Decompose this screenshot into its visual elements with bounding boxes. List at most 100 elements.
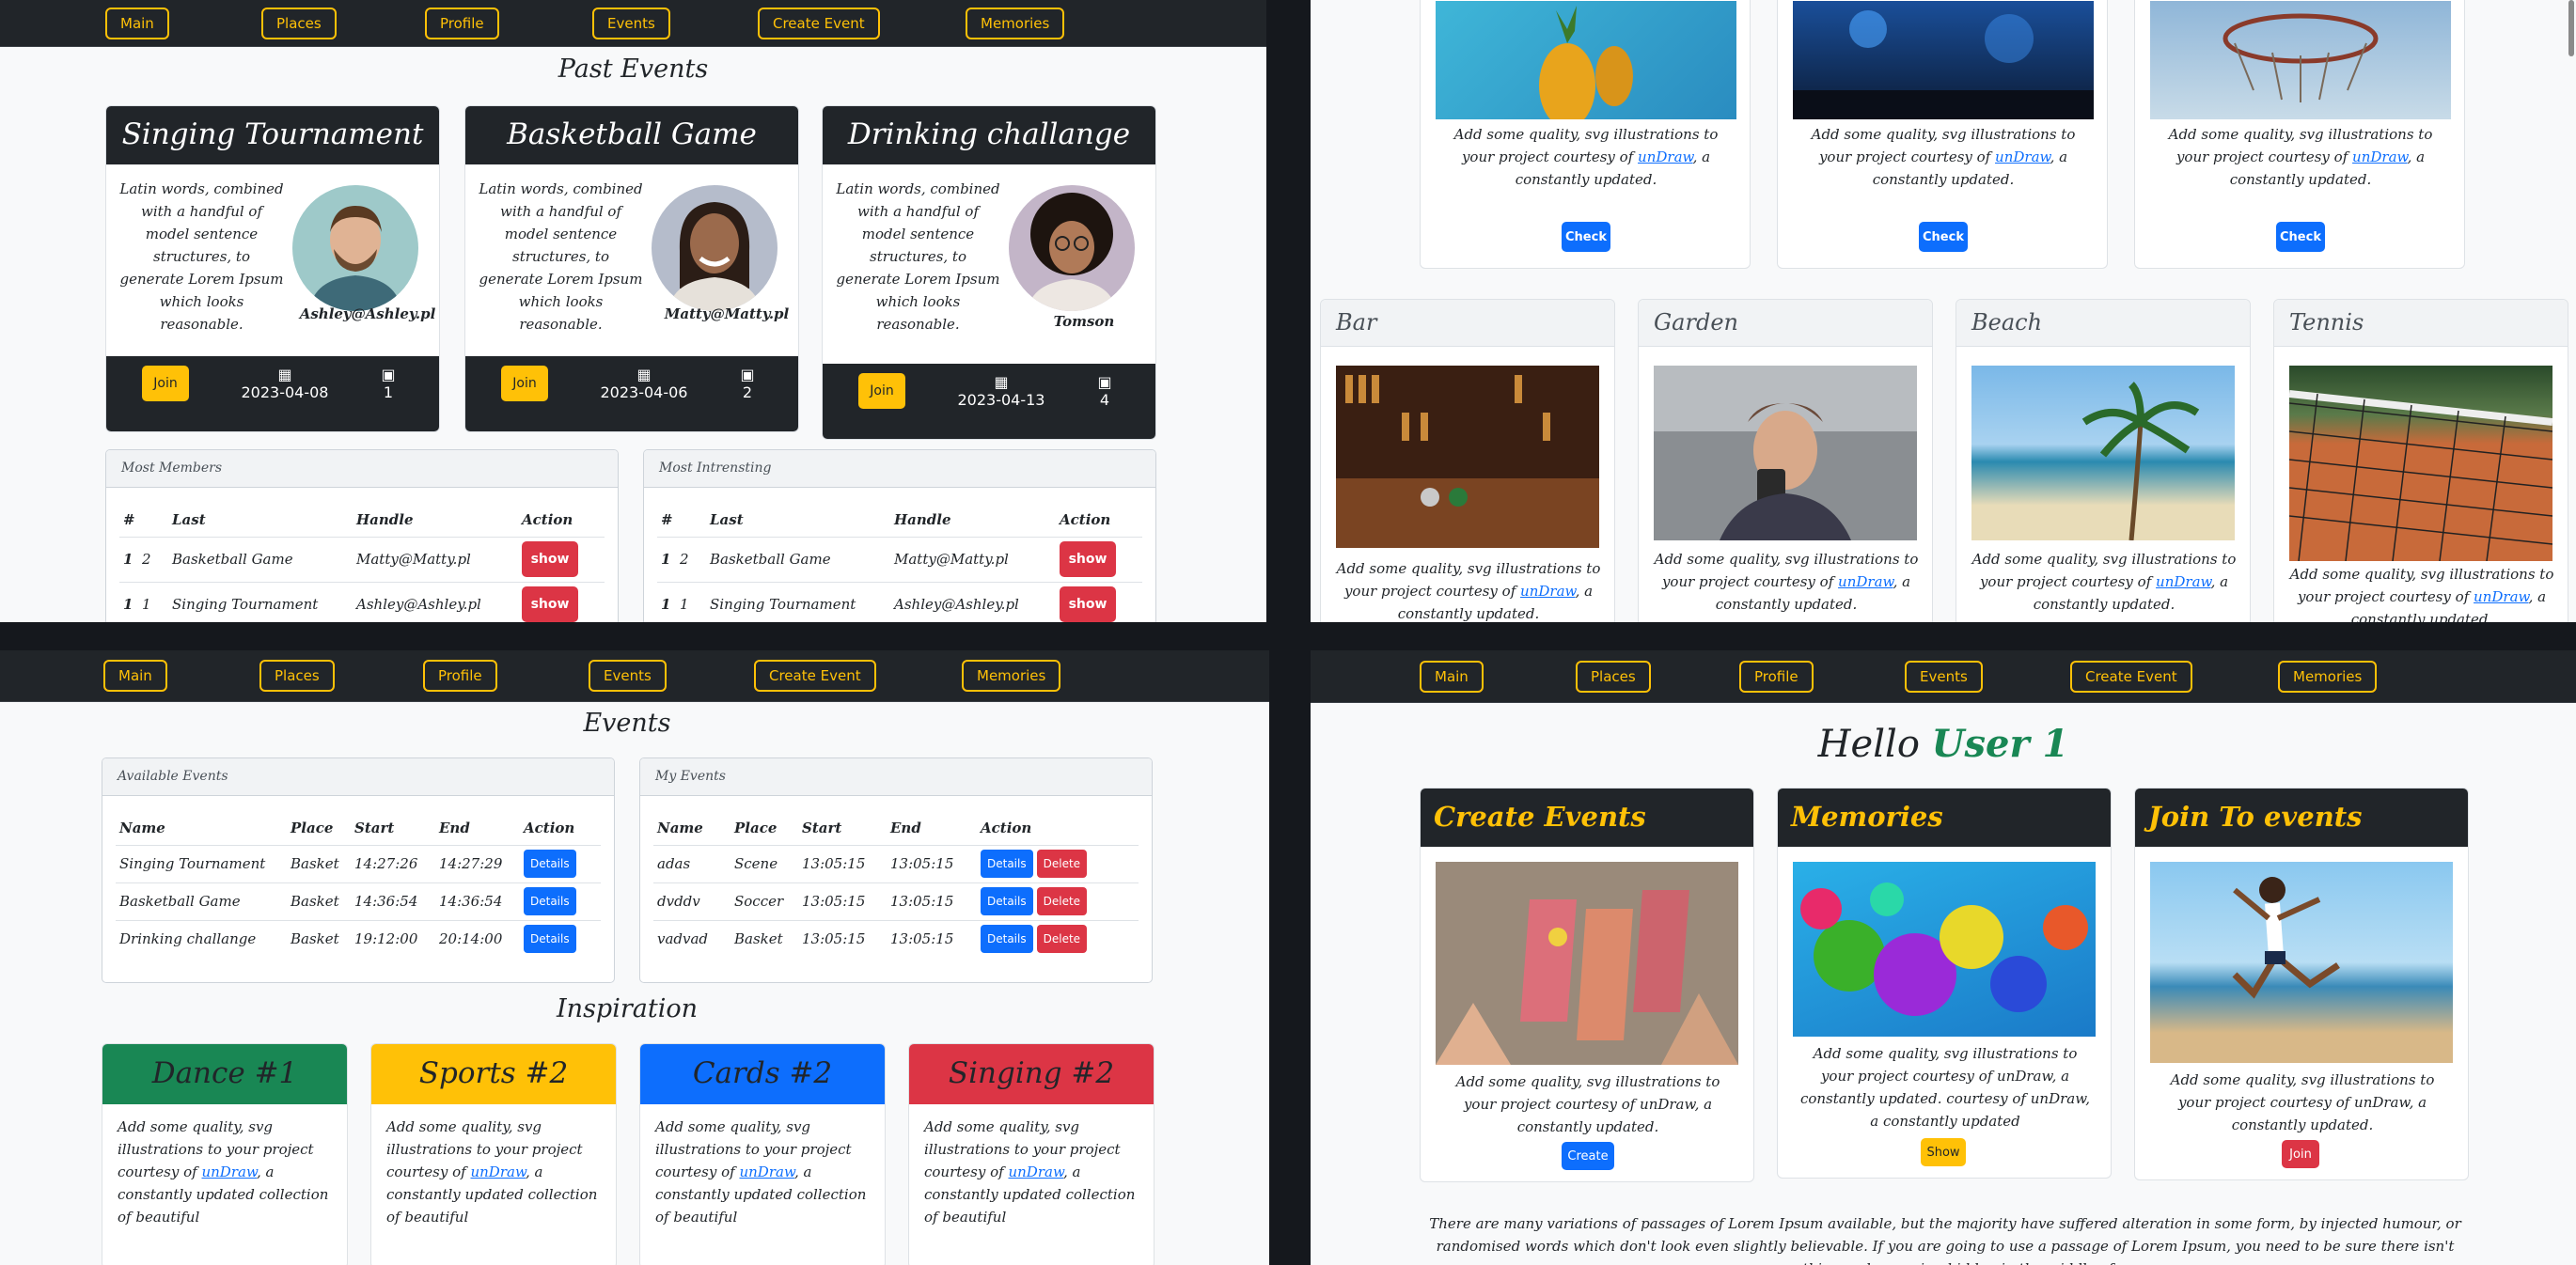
- event-footer: Join ▦ 2023-04-08 ▣ 1: [106, 356, 439, 431]
- panel-title: Available Events: [102, 758, 614, 796]
- show-button[interactable]: show: [1060, 541, 1116, 577]
- member-count: ▣ 4: [1076, 373, 1133, 409]
- table-row: 1 2 Basketball Game Matty@Matty.pl show: [119, 536, 605, 582]
- nav-main[interactable]: Main: [103, 660, 167, 692]
- details-button[interactable]: Details: [524, 887, 576, 915]
- places-screen: Add some quality, svg illustrations to y…: [1311, 0, 2576, 622]
- available-events-panel: Available Events Name Place Start End Ac…: [102, 757, 615, 983]
- join-button[interactable]: Join: [142, 366, 189, 401]
- join-button[interactable]: Join: [501, 366, 548, 401]
- details-button[interactable]: Details: [524, 925, 576, 954]
- details-button[interactable]: Details: [981, 850, 1033, 878]
- place-title: Bar: [1321, 300, 1614, 347]
- nav-main[interactable]: Main: [105, 8, 169, 39]
- table-row: 1 2 Basketball Game Matty@Matty.pl show: [657, 536, 1142, 582]
- delete-button[interactable]: Delete: [1036, 925, 1088, 954]
- inspiration-card: Singing #2 Add some quality, svg illustr…: [908, 1043, 1154, 1265]
- inspiration-title: Cards #2: [640, 1044, 885, 1104]
- event-footer: Join ▦ 2023-04-13 ▣ 4: [823, 364, 1155, 439]
- delete-button[interactable]: Delete: [1036, 850, 1088, 878]
- col-header: Place: [734, 819, 778, 836]
- event-description: Latin words, combined with a handful of …: [119, 180, 284, 333]
- avatar: [1009, 185, 1135, 311]
- table-row: Drinking challange Basket 19:12:00 20:14:00…: [116, 919, 601, 958]
- balloons-image: [1793, 862, 2096, 1037]
- navbar: Main Places Profile Events Create Event …: [0, 0, 1266, 47]
- check-button[interactable]: Check: [2276, 222, 2325, 252]
- nav-main[interactable]: Main: [1420, 661, 1484, 693]
- nav-memories[interactable]: Memories: [962, 660, 1061, 692]
- join-button[interactable]: Join: [2282, 1140, 2319, 1168]
- show-button[interactable]: Show: [1921, 1138, 1966, 1166]
- past-events-screen: Main Places Profile Events Create Event …: [0, 0, 1266, 622]
- place-text: Add some quality, svg illustrations to y…: [2168, 126, 2433, 188]
- show-button[interactable]: show: [1060, 586, 1116, 622]
- col-header: Action: [522, 510, 573, 528]
- col-header: Name: [657, 819, 703, 836]
- nav-profile[interactable]: Profile: [425, 8, 499, 39]
- card-text: Add some quality, svg illustrations to y…: [1455, 1073, 1720, 1135]
- place-title: Garden: [1639, 300, 1932, 347]
- join-events-card: Join To events Add some quality, svg ill…: [2134, 788, 2469, 1180]
- details-button[interactable]: Details: [524, 850, 576, 878]
- inspiration-card: Cards #2 Add some quality, svg illustrat…: [639, 1043, 886, 1265]
- nav-events[interactable]: Events: [1905, 661, 1983, 693]
- table-row: vadvad Basket 13:05:15 13:05:15 Details Dele…: [653, 919, 1139, 958]
- nav-events[interactable]: Events: [592, 8, 670, 39]
- check-button[interactable]: Check: [1919, 222, 1968, 252]
- place-text: Add some quality, svg illustrations to y…: [1971, 551, 2237, 613]
- place-text: Add some quality, svg illustrations to y…: [1336, 560, 1601, 622]
- nav-create-event[interactable]: Create Event: [2070, 661, 2192, 693]
- event-footer: Join ▦ 2023-04-06 ▣ 2: [465, 356, 798, 431]
- col-header: Start: [354, 819, 395, 836]
- col-header: Action: [1060, 510, 1111, 528]
- nav-profile[interactable]: Profile: [1739, 661, 1814, 693]
- show-button[interactable]: show: [522, 541, 578, 577]
- place-card-tennis: Tennis Add some quality, svg illustratio…: [2273, 299, 2568, 622]
- nav-memories[interactable]: Memories: [2278, 661, 2378, 693]
- inspiration-card: Dance #1 Add some quality, svg illustrat…: [102, 1043, 348, 1265]
- calendar-icon: ▦: [277, 366, 292, 383]
- event-handle: Tomson: [1053, 313, 1115, 330]
- navbar: Main Places Profile Events Create Event …: [1311, 650, 2576, 703]
- garden-image: [1654, 366, 1917, 540]
- event-handle: Ashley@Ashley.pl: [299, 305, 436, 322]
- most-interesting-table: # Last Handle Action 1 2 Basketball Game…: [657, 503, 1142, 622]
- event-date: ▦ 2023-04-13: [945, 373, 1058, 409]
- place-image: [2150, 1, 2451, 119]
- scrollbar[interactable]: [2568, 0, 2574, 56]
- place-image: [1793, 1, 2094, 119]
- place-title: Beach: [1956, 300, 2250, 347]
- nav-places[interactable]: Places: [261, 8, 337, 39]
- show-button[interactable]: show: [522, 586, 578, 622]
- page-title: Past Events: [558, 55, 709, 84]
- calendar-icon: ▦: [636, 366, 652, 383]
- nav-create-event[interactable]: Create Event: [758, 8, 880, 39]
- nav-places[interactable]: Places: [259, 660, 335, 692]
- join-button[interactable]: Join: [858, 373, 905, 409]
- nav-places[interactable]: Places: [1576, 661, 1651, 693]
- check-button[interactable]: Check: [1562, 222, 1610, 252]
- inspiration-card: Sports #2 Add some quality, svg illustra…: [370, 1043, 617, 1265]
- table-row: 1 1 Singing Tournament Ashley@Ashley.pl …: [119, 581, 605, 622]
- event-description: Latin words, combined with a handful of …: [479, 180, 643, 333]
- page-title: Events: [583, 709, 671, 738]
- create-button[interactable]: Create: [1562, 1142, 1614, 1170]
- details-button[interactable]: Details: [981, 925, 1033, 954]
- nav-memories[interactable]: Memories: [966, 8, 1065, 39]
- nav-profile[interactable]: Profile: [423, 660, 497, 692]
- nav-events[interactable]: Events: [589, 660, 667, 692]
- place-text: Add some quality, svg illustrations to y…: [1654, 551, 1919, 613]
- event-card: Singing Tournament Latin words, combined…: [105, 105, 440, 432]
- details-button[interactable]: Details: [981, 887, 1033, 915]
- user-icon: ▣: [1097, 373, 1112, 391]
- place-title: Tennis: [2274, 300, 2568, 347]
- card-title: Memories: [1778, 789, 2111, 847]
- member-count: ▣ 2: [719, 366, 776, 401]
- delete-button[interactable]: Delete: [1036, 887, 1088, 915]
- nav-create-event[interactable]: Create Event: [754, 660, 876, 692]
- event-title: Basketball Game: [465, 106, 798, 164]
- card-title: Join To events: [2135, 789, 2468, 847]
- most-interesting-panel: Most Intrensting # Last Handle Action 1 …: [643, 449, 1156, 622]
- col-header: Start: [802, 819, 842, 836]
